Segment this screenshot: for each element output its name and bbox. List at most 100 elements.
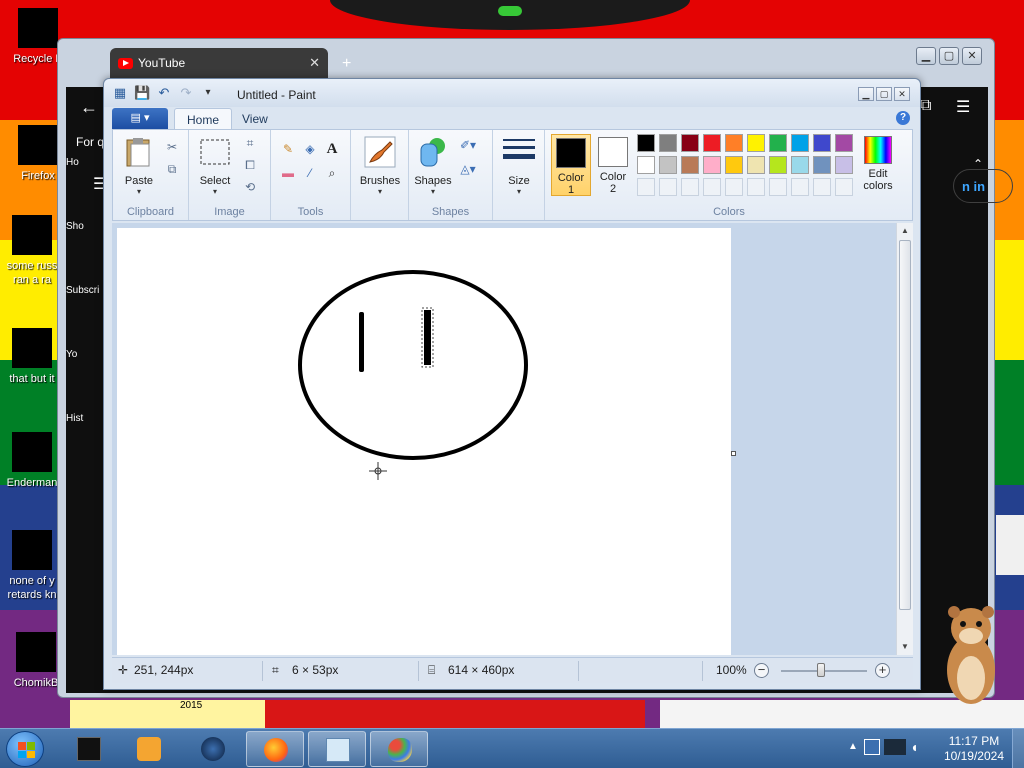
palette-color-swatch[interactable] [725, 134, 743, 152]
scroll-down-arrow-icon[interactable]: ▼ [897, 639, 913, 655]
palette-color-swatch[interactable] [791, 178, 809, 196]
taskbar-app-paint[interactable] [370, 731, 428, 767]
palette-color-swatch[interactable] [659, 134, 677, 152]
shape-fill-icon[interactable]: ◬▾ [459, 160, 477, 178]
size-button[interactable]: Size ▾ [497, 136, 541, 196]
clock[interactable]: 11:17 PM 10/19/2024 [944, 734, 1004, 764]
taskbar-app-globe[interactable] [184, 731, 242, 767]
paint-maximize-button[interactable]: ▢ [876, 87, 892, 101]
palette-color-swatch[interactable] [637, 156, 655, 174]
tab-home[interactable]: Home [174, 108, 233, 130]
paint-close-button[interactable]: ✕ [894, 87, 910, 101]
palette-color-swatch[interactable] [813, 178, 831, 196]
palette-color-swatch[interactable] [681, 134, 699, 152]
palette-color-swatch[interactable] [769, 156, 787, 174]
taskbar-app-notes[interactable] [308, 731, 366, 767]
palette-color-swatch[interactable] [769, 134, 787, 152]
palette-color-swatch[interactable] [703, 134, 721, 152]
palette-color-swatch[interactable] [835, 178, 853, 196]
browser-menu-icon[interactable]: ☰ [956, 97, 970, 117]
edit-colors-button[interactable]: Edit colors [855, 136, 901, 192]
canvas-area[interactable]: ▲ ▼ [112, 223, 913, 655]
palette-color-swatch[interactable] [681, 178, 699, 196]
palette-color-swatch[interactable] [659, 178, 677, 196]
drawing-canvas[interactable] [117, 228, 731, 655]
palette-color-swatch[interactable] [769, 178, 787, 196]
paint-minimize-button[interactable]: ▁ [858, 87, 874, 101]
outline-icon[interactable]: ✐▾ [459, 136, 477, 154]
redo-icon[interactable]: ↷ [178, 85, 194, 101]
tab-close-icon[interactable]: ✕ [309, 55, 320, 71]
paint-window[interactable]: ▦ 💾 ↶ ↷ ▾ Untitled - Paint ▁ ▢ ✕ ▤ ▾ Hom… [103, 78, 921, 690]
undo-icon[interactable]: ↶ [156, 85, 172, 101]
palette-color-swatch[interactable] [791, 156, 809, 174]
file-menu-button[interactable]: ▤ ▾ [112, 108, 168, 129]
show-desktop-button[interactable] [1012, 729, 1024, 768]
vertical-scrollbar[interactable]: ▲ ▼ [896, 223, 913, 655]
device-icon[interactable] [884, 739, 906, 755]
desktop-icon[interactable]: none of y retards kn [0, 530, 64, 602]
tray-expand-icon[interactable]: ▲ [848, 741, 858, 752]
tab-view[interactable]: View [230, 108, 280, 130]
palette-color-swatch[interactable] [747, 134, 765, 152]
palette-color-swatch[interactable] [791, 134, 809, 152]
taskbar-app-media-player[interactable] [120, 731, 178, 767]
paint-titlebar[interactable]: ▦ 💾 ↶ ↷ ▾ Untitled - Paint ▁ ▢ ✕ [104, 79, 920, 107]
palette-color-swatch[interactable] [835, 156, 853, 174]
taskbar-app-firefox[interactable] [246, 731, 304, 767]
taskbar-app-terminal[interactable] [60, 731, 118, 767]
magnifier-icon[interactable]: ⌕ [323, 164, 341, 182]
paste-button[interactable]: Paste ▾ [117, 136, 161, 196]
save-icon[interactable]: 💾 [134, 85, 150, 101]
maximize-button[interactable]: ▢ [939, 47, 959, 65]
select-button[interactable]: Select ▾ [193, 136, 237, 196]
palette-color-swatch[interactable] [681, 156, 699, 174]
palette-color-swatch[interactable] [637, 134, 655, 152]
copy-icon[interactable]: ⧉ [163, 160, 181, 178]
cut-icon[interactable]: ✂ [163, 138, 181, 156]
desktop-icon[interactable]: that but it [0, 328, 64, 386]
scrollbar-thumb[interactable] [899, 240, 911, 610]
network-icon[interactable] [864, 739, 880, 755]
desktop-icon[interactable]: Enderman [0, 432, 64, 490]
pencil-icon[interactable]: ✎ [279, 140, 297, 158]
color1-button[interactable]: Color 1 [551, 134, 591, 196]
palette-color-swatch[interactable] [659, 156, 677, 174]
scroll-up-arrow-icon[interactable]: ▲ [897, 223, 913, 239]
minimize-button[interactable]: ▁ [916, 47, 936, 65]
close-button[interactable]: ✕ [962, 47, 982, 65]
zoom-slider-thumb[interactable] [817, 663, 825, 677]
zoom-in-button[interactable]: + [875, 663, 890, 678]
crop-icon[interactable]: ⌗ [241, 134, 259, 152]
customize-toolbar-icon[interactable]: ▾ [200, 85, 216, 101]
sign-in-button[interactable]: n in [953, 169, 1013, 203]
resize-icon[interactable]: ⧠ [241, 156, 259, 174]
back-arrow-icon[interactable]: ← [80, 97, 98, 118]
color2-button[interactable]: Color 2 [593, 134, 633, 196]
palette-color-swatch[interactable] [725, 178, 743, 196]
extensions-icon[interactable]: ⧉ [920, 97, 931, 115]
desktop-icon[interactable]: some russ ran a ra [0, 215, 64, 287]
new-tab-button[interactable]: + [342, 55, 351, 73]
zoom-out-button[interactable]: − [754, 663, 769, 678]
palette-color-swatch[interactable] [747, 178, 765, 196]
palette-color-swatch[interactable] [725, 156, 743, 174]
palette-color-swatch[interactable] [703, 156, 721, 174]
palette-color-swatch[interactable] [747, 156, 765, 174]
palette-color-swatch[interactable] [703, 178, 721, 196]
volume-icon[interactable]: ◖ [910, 739, 918, 755]
palette-color-swatch[interactable] [813, 156, 831, 174]
fill-icon[interactable]: ◈ [301, 140, 319, 158]
palette-color-swatch[interactable] [813, 134, 831, 152]
help-icon[interactable]: ? [896, 111, 910, 125]
palette-color-swatch[interactable] [637, 178, 655, 196]
canvas-resize-handle[interactable] [731, 451, 736, 456]
shapes-button[interactable]: Shapes ▾ [411, 136, 455, 196]
brushes-button[interactable]: Brushes ▾ [358, 136, 402, 196]
color-picker-icon[interactable]: ⁄ [301, 164, 319, 182]
eraser-icon[interactable]: ▬ [279, 164, 297, 182]
start-button[interactable] [6, 731, 44, 767]
palette-color-swatch[interactable] [835, 134, 853, 152]
browser-tab-youtube[interactable]: YouTube ✕ [110, 48, 328, 80]
rotate-icon[interactable]: ⟲ [241, 178, 259, 196]
